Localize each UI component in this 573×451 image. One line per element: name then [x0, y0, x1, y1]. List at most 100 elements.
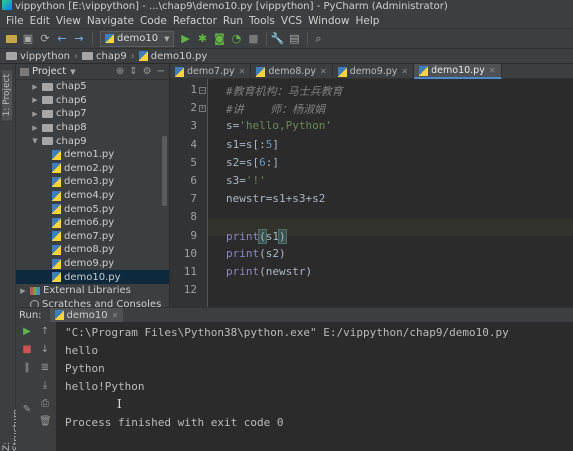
tree-item[interactable]: demo1.py — [16, 148, 169, 162]
tree-item-label: chap6 — [56, 94, 87, 106]
scroll-to-end-icon[interactable]: ⤓ — [39, 380, 51, 392]
open-icon[interactable] — [4, 32, 18, 46]
menu-run[interactable]: Run — [223, 15, 243, 27]
tree-item-label: chap9 — [56, 135, 87, 147]
editor-tab-label: demo7.py — [187, 66, 235, 77]
console-line: Python — [65, 362, 105, 375]
structure-icon[interactable]: ▤ — [287, 32, 301, 46]
collapse-icon[interactable]: ⇕ — [129, 66, 137, 77]
tree-item[interactable]: demo8.py — [16, 243, 169, 257]
line-number: 4 — [190, 137, 197, 151]
tree-item[interactable]: demo6.py — [16, 216, 169, 230]
stop-icon[interactable]: ■ — [246, 32, 260, 46]
tree-item[interactable]: ▶ External Libraries — [16, 284, 169, 298]
code-line[interactable]: s='hello,Python' — [226, 119, 332, 132]
breadcrumb-item-demo10[interactable]: demo10.py — [138, 51, 207, 62]
fold-marker-icon[interactable]: − — [199, 87, 206, 94]
debug-icon[interactable]: ✱ — [195, 32, 209, 46]
menu-tools[interactable]: Tools — [249, 15, 275, 27]
menu-code[interactable]: Code — [140, 15, 167, 27]
menu-vcs[interactable]: VCS — [281, 15, 302, 27]
code-line[interactable]: print(s1) — [226, 228, 287, 244]
code-editor[interactable]: #教育机构：马士兵教育 #讲 师：杨淑娟 s='hello,Python' s1=s[… — [208, 79, 573, 307]
chevron-right-icon[interactable]: ▶ — [30, 96, 40, 104]
code-line[interactable]: s2=s[6:] — [226, 156, 279, 169]
code-line[interactable]: s1=s[:5] — [226, 138, 279, 151]
menu-window[interactable]: Window — [308, 15, 349, 27]
gear-icon[interactable]: ⚙ — [143, 66, 152, 77]
run-console-output[interactable]: I "C:\Program Files\Python38\python.exe"… — [58, 322, 573, 451]
chevron-down-icon[interactable]: ▼ — [70, 68, 75, 76]
close-icon[interactable]: ✕ — [320, 67, 327, 76]
python-file-icon — [54, 310, 64, 320]
back-icon[interactable]: ← — [55, 32, 69, 46]
text-cursor-icon: I — [117, 397, 122, 411]
pause-icon[interactable]: ‖ — [21, 362, 33, 374]
coverage-icon[interactable]: ◙ — [212, 32, 226, 46]
code-line[interactable]: s3='!' — [226, 174, 266, 187]
hide-icon[interactable]: − — [157, 66, 165, 77]
tree-item[interactable]: demo9.py — [16, 257, 169, 271]
code-line[interactable]: #讲 师：杨淑娟 — [226, 101, 325, 117]
tree-item[interactable]: ▼ chap9 — [16, 134, 169, 148]
run-config-select[interactable]: demo10 ▼ — [100, 30, 175, 47]
tree-item[interactable]: demo5.py — [16, 202, 169, 216]
line-number: 10 — [183, 246, 197, 260]
chevron-down-icon[interactable]: ▼ — [30, 137, 40, 145]
menu-navigate[interactable]: Navigate — [87, 15, 134, 27]
breadcrumb-item-vippython[interactable]: vippython — [6, 51, 70, 62]
print-icon[interactable]: ⎙ — [39, 398, 51, 410]
project-scrollbar[interactable] — [162, 136, 167, 206]
sync-icon[interactable]: ⟳ — [38, 32, 52, 46]
menu-file[interactable]: File — [6, 15, 24, 27]
menu-help[interactable]: Help — [356, 15, 380, 27]
stop-icon[interactable]: ■ — [21, 344, 33, 356]
breadcrumb-item-chap9[interactable]: chap9 — [82, 51, 127, 62]
editor-tab[interactable]: demo10.py ✕ — [414, 64, 502, 79]
rerun-icon[interactable]: ▶ — [21, 326, 33, 338]
project-panel-title[interactable]: Project — [32, 66, 66, 77]
chevron-right-icon[interactable]: ▶ — [30, 124, 40, 132]
code-line[interactable]: #教育机构：马士兵教育 — [226, 83, 343, 99]
editor-tab[interactable]: demo7.py ✕ — [170, 64, 252, 79]
up-arrow-icon[interactable]: ↑ — [39, 326, 51, 338]
fold-marker-icon[interactable]: + — [199, 105, 206, 113]
project-tool-button[interactable]: 1: Project — [2, 70, 12, 121]
menu-view[interactable]: View — [56, 15, 81, 27]
chevron-right-icon[interactable]: ▶ — [30, 83, 40, 91]
tree-item[interactable]: demo10.py — [16, 270, 169, 284]
close-icon[interactable]: ✕ — [401, 67, 408, 76]
code-line[interactable]: newstr=s1+s3+s2 — [226, 192, 325, 205]
chevron-right-icon[interactable]: ▶ — [18, 287, 28, 295]
tree-item[interactable]: ▶ chap5 — [16, 80, 169, 94]
save-icon[interactable]: ▣ — [21, 32, 35, 46]
chevron-right-icon[interactable]: ▶ — [30, 110, 40, 118]
editor-tab[interactable]: demo9.py ✕ — [333, 64, 415, 79]
pin-icon[interactable]: ✎ — [21, 404, 33, 416]
editor-tab[interactable]: demo8.py ✕ — [251, 64, 333, 79]
settings-icon[interactable]: 🔧 — [270, 32, 285, 46]
forward-icon[interactable]: → — [72, 32, 86, 46]
search-icon[interactable]: ⌕ — [311, 32, 325, 46]
tree-item[interactable]: ▶ chap6 — [16, 94, 169, 108]
tree-item[interactable]: demo7.py — [16, 230, 169, 244]
trash-icon[interactable]: 🗑 — [39, 416, 52, 428]
menu-edit[interactable]: Edit — [30, 15, 50, 27]
soft-wrap-icon[interactable]: ≣ — [39, 362, 51, 374]
close-icon[interactable]: ✕ — [239, 67, 246, 76]
code-line[interactable]: print(newstr) — [226, 265, 312, 278]
down-arrow-icon[interactable]: ↓ — [39, 344, 51, 356]
tree-item[interactable]: demo3.py — [16, 175, 169, 189]
locate-icon[interactable]: ⊕ — [116, 66, 124, 77]
code-line[interactable]: print(s2) — [226, 247, 286, 260]
close-icon[interactable]: ✕ — [112, 311, 119, 320]
menu-refactor[interactable]: Refactor — [173, 15, 217, 27]
close-icon[interactable]: ✕ — [489, 66, 496, 75]
tree-item[interactable]: demo4.py — [16, 189, 169, 203]
tree-item[interactable]: ▶ chap7 — [16, 107, 169, 121]
tree-item[interactable]: ▶ chap8 — [16, 121, 169, 135]
profile-icon[interactable]: ◔ — [229, 32, 243, 46]
run-icon[interactable]: ▶ — [178, 32, 192, 46]
tree-item[interactable]: demo2.py — [16, 162, 169, 176]
run-tab-demo10[interactable]: demo10 ✕ — [49, 308, 124, 322]
